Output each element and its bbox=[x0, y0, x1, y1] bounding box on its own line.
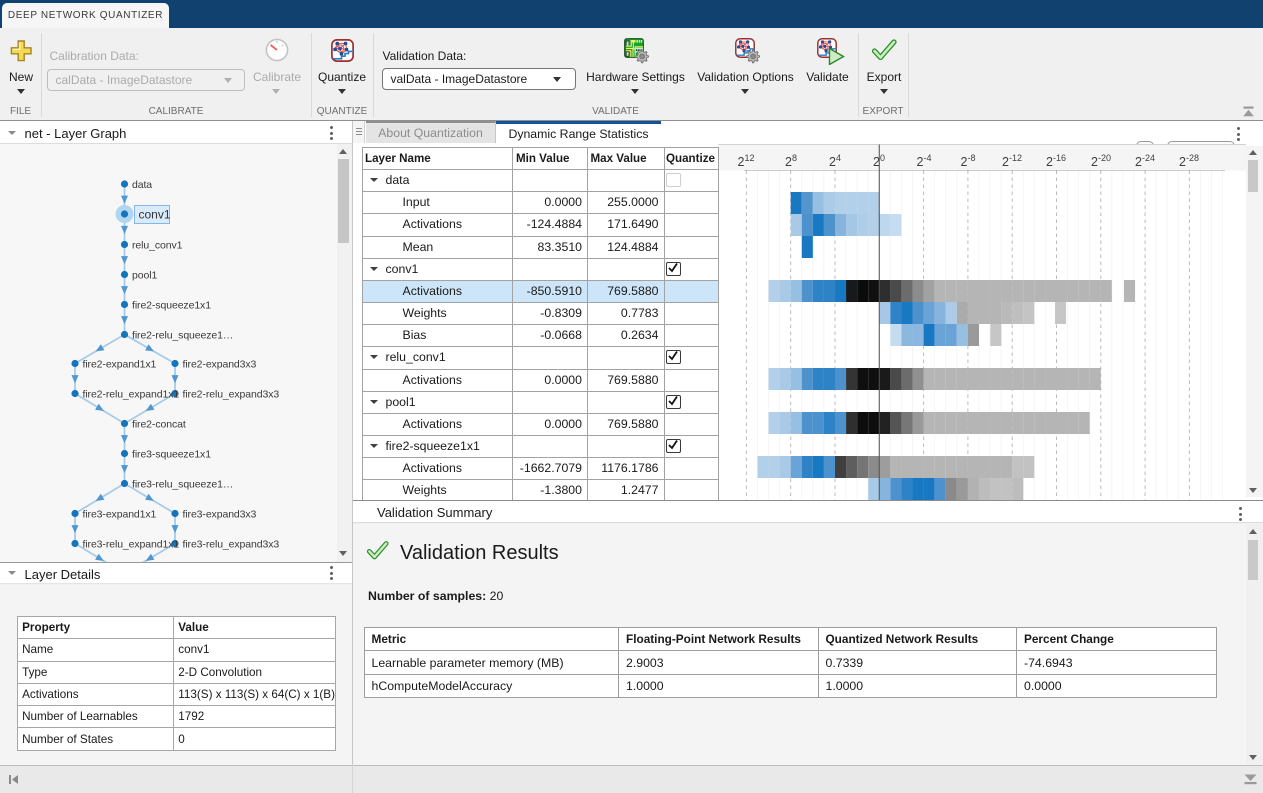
svg-text:relu_conv1: relu_conv1 bbox=[132, 239, 183, 251]
svg-text:conv1: conv1 bbox=[139, 208, 171, 222]
svg-text:fire3-relu_expand1x1: fire3-relu_expand1x1 bbox=[83, 538, 180, 550]
svg-text:fire3-relu_expand3x3: fire3-relu_expand3x3 bbox=[183, 538, 280, 550]
svg-text:fire2-squeeze1x1: fire2-squeeze1x1 bbox=[132, 299, 211, 311]
svg-text:fire2-relu_expand3x3: fire2-relu_expand3x3 bbox=[183, 388, 280, 400]
svg-text:data: data bbox=[132, 179, 152, 191]
svg-text:fire2-relu_squeeze1…: fire2-relu_squeeze1… bbox=[132, 329, 233, 341]
svg-text:pool1: pool1 bbox=[132, 269, 157, 281]
svg-text:fire2-relu_expand1x1: fire2-relu_expand1x1 bbox=[83, 388, 180, 400]
svg-text:fire3-expand3x3: fire3-expand3x3 bbox=[183, 508, 257, 520]
svg-text:fire3-squeeze1x1: fire3-squeeze1x1 bbox=[132, 448, 211, 460]
svg-text:fire2-expand3x3: fire2-expand3x3 bbox=[183, 358, 257, 370]
svg-text:fire2-expand1x1: fire2-expand1x1 bbox=[83, 358, 157, 370]
svg-text:fire3-relu_squeeze1…: fire3-relu_squeeze1… bbox=[132, 478, 233, 490]
svg-text:fire3-expand1x1: fire3-expand1x1 bbox=[83, 508, 157, 520]
svg-text:fire2-concat: fire2-concat bbox=[132, 418, 186, 430]
